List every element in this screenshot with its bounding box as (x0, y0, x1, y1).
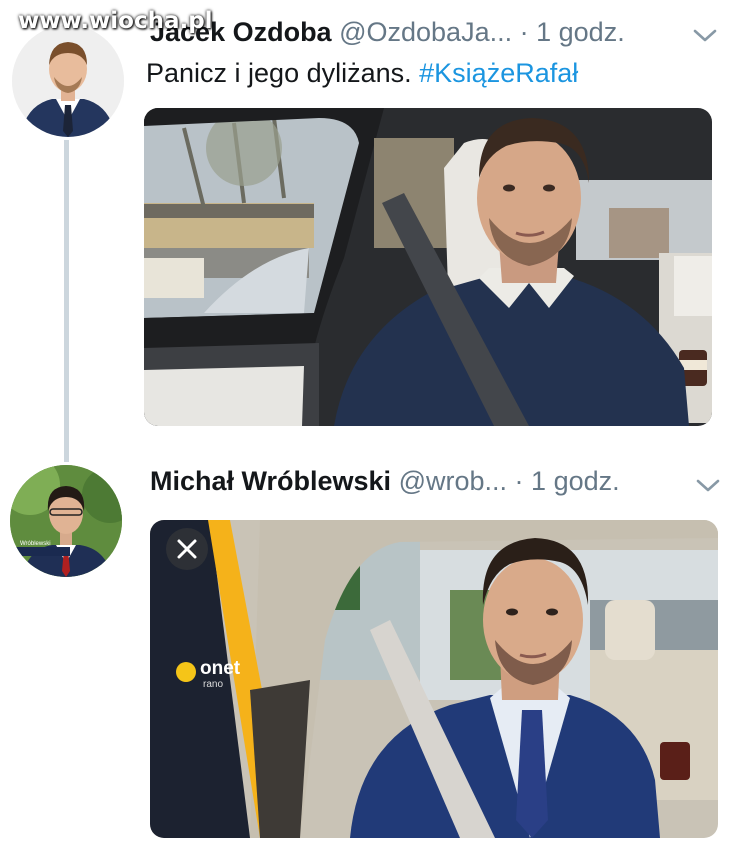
tweet-header-1: Jacek Ozdoba @OzdobaJa... · 1 godz. (150, 17, 625, 48)
onet-brand: onet (200, 658, 241, 679)
close-button[interactable] (166, 528, 208, 570)
tweet-text: Panicz i jego dyliżans. #KsiążeRafał (146, 58, 578, 89)
avatar-tweet-1[interactable] (12, 25, 124, 137)
avatar-tweet-2[interactable]: Wróblewski (10, 465, 122, 577)
onet-brand-sub: rano (203, 679, 224, 690)
watermark: www.wiocha.pl (18, 8, 213, 34)
profile-photo-icon (10, 465, 122, 577)
author-handle[interactable]: @OzdobaJa... (339, 17, 512, 47)
tweet-header-2: Michał Wróblewski @wrob... · 1 godz. (150, 466, 620, 497)
close-icon (177, 539, 197, 559)
tweet-body: Panicz i jego dyliżans. (146, 58, 412, 88)
chevron-down-icon[interactable] (692, 28, 718, 44)
hashtag-link[interactable]: #KsiążeRafał (419, 58, 578, 88)
tweet-timestamp[interactable]: 1 godz. (536, 17, 625, 47)
author-name[interactable]: Michał Wróblewski (150, 466, 391, 496)
profile-photo-icon (12, 25, 124, 137)
thread-connector-line (64, 140, 69, 462)
avatar-caption: Wróblewski (20, 541, 51, 547)
chevron-down-icon[interactable] (695, 478, 721, 494)
separator-dot: · (519, 17, 529, 47)
onet-dot-icon (176, 662, 196, 682)
separator-dot: · (514, 466, 524, 496)
author-handle[interactable]: @wrob... (399, 466, 507, 496)
tweet-timestamp[interactable]: 1 godz. (531, 466, 620, 496)
tweet-media-1[interactable] (144, 108, 712, 426)
car-interior-photo (144, 108, 712, 426)
